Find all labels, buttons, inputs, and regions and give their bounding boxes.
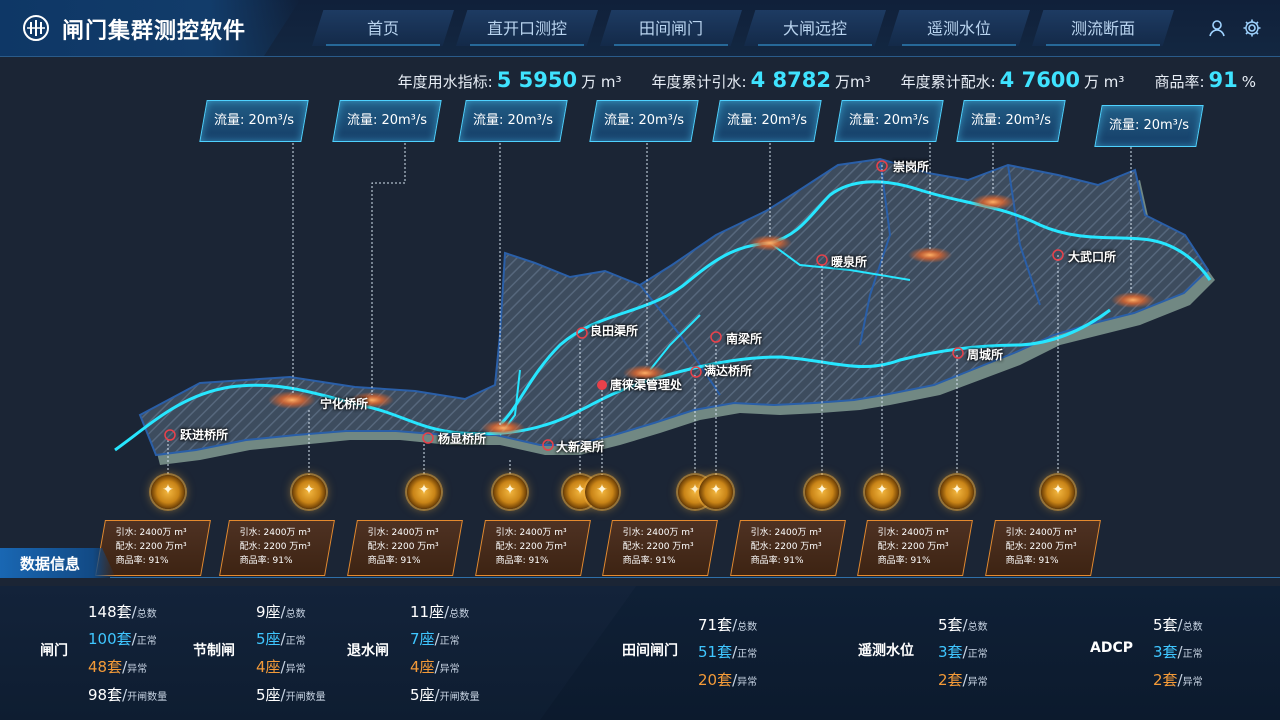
stat-abnormal: 20套/异常	[698, 671, 758, 689]
station-label[interactable]: 唐徕渠管理处	[610, 376, 682, 393]
kpi-cumulative-intake: 年度累计引水: 4 8782 万m³	[651, 68, 871, 92]
brand: 闸门集群测控软件	[0, 0, 300, 56]
tab-direct-opening[interactable]: 直开口测控	[456, 10, 598, 46]
stat-normal: 3套/正常	[1153, 643, 1203, 661]
group-label-field-gates: 田间闸门	[622, 643, 678, 659]
tab-field-gates[interactable]: 田间闸门	[600, 10, 742, 46]
data-panel-title: 数据信息	[0, 548, 116, 578]
app-logo-icon	[23, 15, 49, 41]
gate-orb-icon[interactable]	[940, 475, 974, 509]
gate-glow[interactable]	[908, 247, 952, 263]
stat-open-count: 98套/开闸数量	[88, 686, 168, 704]
gate-orb-icon[interactable]	[865, 475, 899, 509]
top-bar: 闸门集群测控软件 首页 直开口测控 田间闸门 大闸远控 遥测水位 测流断面	[0, 0, 1280, 57]
gate-orb-icon[interactable]	[407, 475, 441, 509]
station-label[interactable]: 大武口所	[1068, 248, 1116, 265]
header-actions	[1208, 18, 1262, 38]
group-label-gates: 闸门	[40, 643, 68, 659]
flow-tag[interactable]: 流量: 20m³/s	[589, 100, 699, 142]
gate-glow[interactable]	[268, 391, 316, 409]
gate-glow[interactable]	[1111, 292, 1155, 308]
station-label[interactable]: 宁化桥所	[320, 395, 368, 412]
tab-home[interactable]: 首页	[312, 10, 454, 46]
tab-flow-section[interactable]: 测流断面	[1032, 10, 1174, 46]
kpi-cumulative-distribution: 年度累计配水: 4 7600 万 m³	[900, 68, 1125, 92]
gate-orb-icon[interactable]	[292, 475, 326, 509]
station-label[interactable]: 周城所	[967, 346, 1003, 363]
stat-total: 9座/总数	[256, 603, 306, 621]
app-title: 闸门集群测控软件	[62, 19, 247, 44]
stat-total: 11座/总数	[410, 603, 470, 621]
hq-marker	[597, 380, 607, 390]
flow-tag[interactable]: 流量: 20m³/s	[834, 100, 944, 142]
stat-normal: 5座/正常	[256, 630, 306, 648]
flow-tag[interactable]: 流量: 20m³/s	[1094, 105, 1204, 147]
stat-abnormal: 2套/异常	[1153, 671, 1203, 689]
stat-total: 5套/总数	[1153, 616, 1203, 634]
station-label[interactable]: 南梁所	[726, 330, 762, 347]
gate-glow[interactable]	[748, 235, 792, 251]
user-icon[interactable]	[1208, 18, 1228, 38]
stat-abnormal: 4座/异常	[410, 658, 460, 676]
station-info-card[interactable]: 引水: 2400万 m³ 配水: 2200 万m³ 商品率: 91%	[475, 520, 591, 576]
stat-abnormal: 4座/异常	[256, 658, 306, 676]
station-info-card[interactable]: 引水: 2400万 m³ 配水: 2200 万m³ 商品率: 91%	[219, 520, 335, 576]
gate-orb-icon[interactable]	[699, 475, 733, 509]
divider	[110, 577, 1280, 578]
gear-icon[interactable]	[1242, 18, 1262, 38]
group-label-telemetry-level: 遥测水位	[858, 643, 914, 659]
station-info-card[interactable]: 引水: 2400万 m³ 配水: 2200 万m³ 商品率: 91%	[347, 520, 463, 576]
gate-orb-icon[interactable]	[805, 475, 839, 509]
irrigation-map: 流量: 20m³/s 流量: 20m³/s 流量: 20m³/s 流量: 20m…	[0, 95, 1280, 585]
flow-tag[interactable]: 流量: 20m³/s	[199, 100, 309, 142]
station-label[interactable]: 大新渠所	[556, 438, 604, 455]
gate-orb-icon[interactable]	[1041, 475, 1075, 509]
gate-orb-icon[interactable]	[151, 475, 185, 509]
station-label[interactable]: 暖泉所	[831, 253, 867, 270]
station-info-card[interactable]: 引水: 2400万 m³ 配水: 2200 万m³ 商品率: 91%	[602, 520, 718, 576]
station-label[interactable]: 跃进桥所	[180, 426, 228, 443]
kpi-annual-quota: 年度用水指标: 5 5950 万 m³	[397, 68, 622, 92]
map-canvas	[114, 143, 1215, 475]
station-info-card[interactable]: 引水: 2400万 m³ 配水: 2200 万m³ 商品率: 91%	[730, 520, 846, 576]
stat-abnormal: 2套/异常	[938, 671, 988, 689]
tab-telemetry-level[interactable]: 遥测水位	[888, 10, 1030, 46]
station-label[interactable]: 杨显桥所	[438, 430, 486, 447]
stat-normal: 100套/正常	[88, 630, 157, 648]
flow-tag[interactable]: 流量: 20m³/s	[956, 100, 1066, 142]
tab-main-gate-remote[interactable]: 大闸远控	[744, 10, 886, 46]
station-label[interactable]: 良田渠所	[590, 322, 638, 339]
stat-total: 5套/总数	[938, 616, 988, 634]
gate-glow[interactable]	[481, 420, 525, 436]
group-label-control-gates: 节制闸	[193, 643, 235, 659]
kpi-commodity-rate: 商品率: 91%	[1154, 68, 1256, 92]
stat-total: 148套/总数	[88, 603, 157, 621]
gate-glow[interactable]	[971, 194, 1015, 210]
stat-normal: 3套/正常	[938, 643, 988, 661]
station-info-card[interactable]: 引水: 2400万 m³ 配水: 2200 万m³ 商品率: 91%	[95, 520, 211, 576]
gate-orb-icon[interactable]	[585, 475, 619, 509]
flow-tag[interactable]: 流量: 20m³/s	[458, 100, 568, 142]
stat-normal: 51套/正常	[698, 643, 758, 661]
gate-orb-icon[interactable]	[493, 475, 527, 509]
station-info-card[interactable]: 引水: 2400万 m³ 配水: 2200 万m³ 商品率: 91%	[857, 520, 973, 576]
kpi-row: 年度用水指标: 5 5950 万 m³ 年度累计引水: 4 8782 万m³ 年度累计配…	[398, 68, 1256, 92]
stat-open-count: 5座/开闸数量	[410, 686, 480, 704]
flow-tag[interactable]: 流量: 20m³/s	[332, 100, 442, 142]
stat-normal: 7座/正常	[410, 630, 460, 648]
station-label[interactable]: 崇岗所	[893, 158, 929, 175]
group-label-drain-gates: 退水闸	[347, 643, 389, 659]
station-info-card[interactable]: 引水: 2400万 m³ 配水: 2200 万m³ 商品率: 91%	[985, 520, 1101, 576]
stat-total: 71套/总数	[698, 616, 758, 634]
land-area	[138, 157, 1210, 457]
flow-tag[interactable]: 流量: 20m³/s	[712, 100, 822, 142]
group-label-adcp: ADCP	[1090, 640, 1133, 656]
stat-abnormal: 48套/异常	[88, 658, 148, 676]
station-label[interactable]: 满达桥所	[704, 362, 752, 379]
stat-open-count: 5座/开闸数量	[256, 686, 326, 704]
